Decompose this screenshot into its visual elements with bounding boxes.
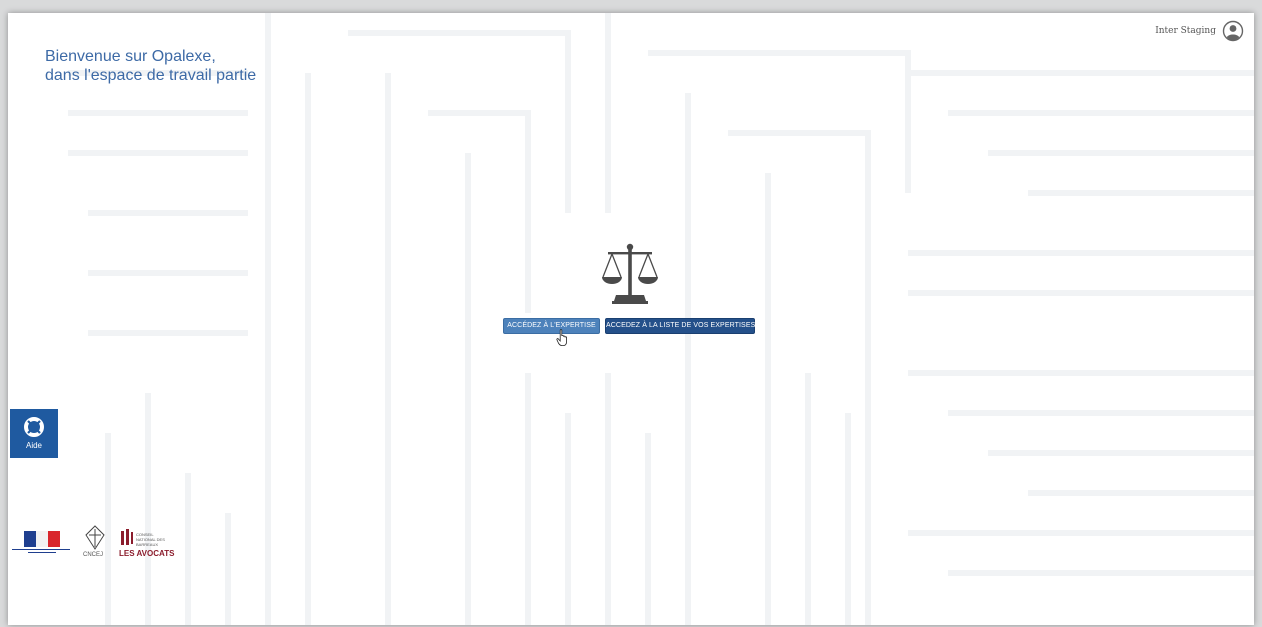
welcome-line-1: Bienvenue sur Opalexe, [45, 48, 216, 65]
scales-of-justice-icon [602, 243, 658, 304]
avocats-label: LES AVOCATS [119, 549, 175, 558]
cnb-emblem-icon [121, 529, 133, 545]
user-name: Inter Staging [1155, 26, 1216, 36]
cnccj-label: CNCEJ [83, 552, 104, 558]
french-flag-icon [24, 531, 60, 547]
expertise-panel: ACCÉDEZ À L'EXPERTISE ACCEDEZ À LA LISTE… [498, 243, 764, 343]
user-avatar-icon[interactable] [1222, 20, 1244, 42]
cnb-logo: CONSEIL NATIONAL DES BARREAUX LES AVOCAT… [118, 529, 178, 559]
partner-logos: CNCEJ CONSEIL NATIONAL DES BARREAUX LES … [8, 525, 188, 565]
user-menu[interactable]: Inter Staging [1155, 19, 1244, 43]
welcome-heading: Bienvenue sur Opalexe, dans l'espace de … [45, 47, 256, 85]
help-label: Aide [25, 441, 42, 450]
lifebuoy-icon [24, 417, 44, 437]
hand-cursor-icon [556, 329, 567, 346]
republique-francaise-logo [12, 531, 72, 561]
expertise-list-button[interactable]: ACCEDEZ À LA LISTE DE VOS EXPERTISES [605, 318, 755, 334]
cnb-label: CONSEIL NATIONAL DES BARREAUX [136, 532, 165, 547]
help-button[interactable]: Aide [10, 409, 58, 458]
app-window: Bienvenue sur Opalexe, dans l'espace de … [8, 13, 1254, 625]
cnccj-logo: CNCEJ [80, 525, 110, 561]
logo-divider [28, 552, 56, 553]
welcome-line-2: dans l'espace de travail partie [45, 67, 257, 84]
access-expertise-button[interactable]: ACCÉDEZ À L'EXPERTISE [503, 318, 600, 334]
column-emblem-icon [85, 525, 105, 550]
logo-divider [12, 549, 70, 550]
